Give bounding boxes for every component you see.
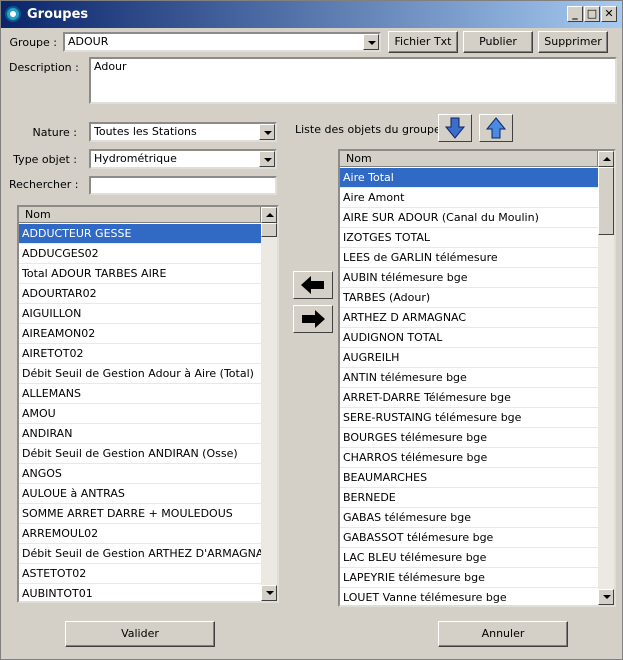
annuler-button[interactable]: Annuler	[438, 621, 568, 647]
type-objet-combo[interactable]: Hydrométrique	[89, 149, 277, 169]
list-item[interactable]: ALLEMANS	[19, 384, 261, 404]
available-objects-list[interactable]: Nom ADDUCTEUR GESSE ADDUCGES02 Total ADOUR…	[17, 205, 279, 603]
description-value: Adour	[94, 60, 127, 73]
list-item[interactable]: Débit Seuil de Gestion ARTHEZ D'ARMAGNA.…	[19, 544, 261, 564]
nature-label: Nature :	[32, 126, 77, 139]
left-list-header[interactable]: Nom	[19, 207, 261, 223]
window-title: Groupes	[27, 7, 89, 22]
list-item[interactable]: ANGOS	[19, 464, 261, 484]
list-item[interactable]: AUBIN télémesure bge	[340, 268, 598, 288]
chevron-down-icon[interactable]	[259, 124, 275, 140]
arrow-down-icon	[444, 117, 466, 139]
publier-button[interactable]: Publier	[463, 31, 533, 53]
nature-combo[interactable]: Toutes les Stations	[89, 122, 277, 142]
groupe-value: ADOUR	[68, 35, 109, 48]
list-item[interactable]: ASTETOT02	[19, 564, 261, 584]
list-item[interactable]: LAC BLEU télémesure bge	[340, 548, 598, 568]
groupes-window: Groupes _ □ ✕ Groupe : ADOUR Fichier Txt…	[0, 0, 623, 660]
list-item[interactable]: AIRETOT02	[19, 344, 261, 364]
move-down-button[interactable]	[438, 114, 472, 142]
move-up-button[interactable]	[479, 114, 513, 142]
scroll-thumb[interactable]	[261, 223, 277, 237]
list-item[interactable]: IZOTGES TOTAL	[340, 228, 598, 248]
group-objects-list[interactable]: Nom Aire Total Aire Amont AIRE SUR ADOUR (…	[338, 149, 616, 607]
list-item[interactable]: CHARROS télémesure bge	[340, 448, 598, 468]
list-item[interactable]: ANTIN télémesure bge	[340, 368, 598, 388]
list-item[interactable]: ANDIRAN	[19, 424, 261, 444]
list-item[interactable]: BOURGES télémesure bge	[340, 428, 598, 448]
list-item[interactable]: AUBINTOT01	[19, 584, 261, 601]
list-item[interactable]: TARBES (Adour)	[340, 288, 598, 308]
supprimer-button[interactable]: Supprimer	[538, 31, 608, 53]
move-left-button[interactable]	[293, 271, 333, 299]
group-list-label: Liste des objets du groupe	[295, 123, 441, 136]
fichier-txt-button[interactable]: Fichier Txt	[388, 31, 458, 53]
groupe-label: Groupe :	[9, 36, 57, 49]
minimize-button[interactable]: _	[567, 6, 583, 22]
maximize-button[interactable]: □	[584, 6, 600, 22]
left-list-scrollbar[interactable]	[261, 207, 277, 601]
list-item[interactable]: Total ADOUR TARBES AIRE	[19, 264, 261, 284]
nature-value: Toutes les Stations	[94, 125, 197, 138]
list-item[interactable]: AIRE SUR ADOUR (Canal du Moulin)	[340, 208, 598, 228]
list-item[interactable]: Débit Seuil de Gestion Adour à Aire (Tot…	[19, 364, 261, 384]
scroll-down-icon[interactable]	[261, 585, 277, 601]
list-item[interactable]: AIGUILLON	[19, 304, 261, 324]
list-item[interactable]: ADDUCGES02	[19, 244, 261, 264]
list-item[interactable]: AMOU	[19, 404, 261, 424]
list-item[interactable]: ADDUCTEUR GESSE	[19, 224, 261, 244]
list-item[interactable]: BEAUMARCHES	[340, 468, 598, 488]
close-button[interactable]: ✕	[601, 6, 617, 22]
list-item[interactable]: ARRET-DARRE Télémesure bge	[340, 388, 598, 408]
list-item[interactable]: ARTHEZ D ARMAGNAC	[340, 308, 598, 328]
list-item[interactable]: ADOURTAR02	[19, 284, 261, 304]
list-item[interactable]: AIREAMON02	[19, 324, 261, 344]
description-label: Description :	[9, 61, 79, 74]
list-item[interactable]: Débit Seuil de Gestion ANDIRAN (Osse)	[19, 444, 261, 464]
list-item[interactable]: GABASSOT télémesure bge	[340, 528, 598, 548]
search-label: Rechercher :	[9, 178, 79, 191]
list-item[interactable]: Aire Amont	[340, 188, 598, 208]
move-right-button[interactable]	[293, 305, 333, 333]
title-bar[interactable]: Groupes _ □ ✕	[1, 1, 622, 28]
scroll-thumb[interactable]	[598, 167, 614, 235]
list-item[interactable]: LEES de GARLIN télémesure	[340, 248, 598, 268]
chevron-down-icon[interactable]	[259, 151, 275, 167]
scroll-down-icon[interactable]	[598, 589, 614, 605]
list-item[interactable]: AUDIGNON TOTAL	[340, 328, 598, 348]
right-list-scrollbar[interactable]	[598, 151, 614, 605]
right-list-header[interactable]: Nom	[340, 151, 598, 167]
list-item[interactable]: SERE-RUSTAING télémesure bge	[340, 408, 598, 428]
arrow-left-icon	[301, 276, 324, 294]
list-item[interactable]: AUGREILH	[340, 348, 598, 368]
type-objet-value: Hydrométrique	[94, 152, 177, 165]
list-item[interactable]: ARREMOUL02	[19, 524, 261, 544]
scroll-up-icon[interactable]	[598, 151, 614, 167]
list-item[interactable]: Aire Total	[340, 168, 598, 188]
search-input[interactable]	[89, 176, 277, 195]
list-item[interactable]: AULOUE à ANTRAS	[19, 484, 261, 504]
list-item[interactable]: LAPEYRIE télémesure bge	[340, 568, 598, 588]
arrow-up-icon	[485, 117, 507, 139]
type-objet-label: Type objet :	[13, 153, 77, 166]
list-item[interactable]: BERNEDE	[340, 488, 598, 508]
list-item[interactable]: SOMME ARRET DARRE + MOULEDOUS	[19, 504, 261, 524]
valider-button[interactable]: Valider	[65, 621, 215, 647]
left-list-rows: ADDUCTEUR GESSE ADDUCGES02 Total ADOUR TAR…	[19, 224, 261, 601]
right-list-rows: Aire Total Aire Amont AIRE SUR ADOUR (Cana…	[340, 168, 598, 605]
chevron-down-icon[interactable]	[363, 34, 379, 50]
list-item[interactable]: GABAS télémesure bge	[340, 508, 598, 528]
scroll-up-icon[interactable]	[261, 207, 277, 223]
app-icon	[5, 6, 21, 22]
description-textarea[interactable]: Adour	[89, 57, 617, 104]
list-item[interactable]: LOUET Vanne télémesure bge	[340, 588, 598, 605]
arrow-right-icon	[302, 310, 325, 328]
groupe-combo[interactable]: ADOUR	[63, 32, 381, 52]
